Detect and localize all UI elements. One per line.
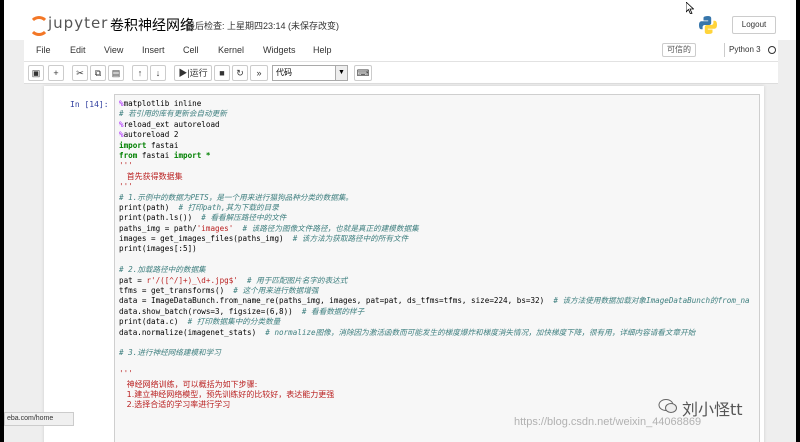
code-line: %reload_ext autoreload	[119, 119, 220, 129]
header: jupyter 卷积神经网络 最后检查: 上星期四23:14 (未保存改变) L…	[4, 0, 796, 40]
code-line: tfms = get_transforms() # 这个用来进行数据增强	[119, 286, 319, 296]
menu-widgets[interactable]: Widgets	[263, 45, 296, 55]
menu-kernel[interactable]: Kernel	[218, 45, 244, 55]
code-editor[interactable]: %matplotlib inline # 若引用的库有更新会自动更新 %reload…	[114, 94, 760, 442]
mouse-cursor-icon	[686, 2, 694, 14]
stop-icon: ■	[219, 68, 225, 78]
step-forward-icon: ▶|	[178, 68, 190, 78]
code-line: '''	[119, 161, 133, 171]
watermark-url: https://blog.csdn.net/weixin_44068869	[514, 416, 702, 428]
code-line: print(data.c) # 打印数据集中的分类数量	[119, 317, 281, 327]
code-line: import fastai	[119, 140, 179, 150]
restart-button[interactable]: ↻	[232, 65, 248, 81]
jupyter-logo[interactable]: jupyter	[28, 12, 109, 36]
save-button[interactable]: ▣	[28, 65, 44, 81]
code-line: from fastai import *	[119, 150, 211, 160]
move-down-button[interactable]: ↓	[150, 65, 166, 81]
paste-button[interactable]: ▤	[108, 65, 124, 81]
menu-cell[interactable]: Cell	[183, 45, 199, 55]
notebook-title[interactable]: 卷积神经网络	[110, 15, 194, 35]
paste-icon: ▤	[111, 68, 121, 78]
code-line: 神经网络训练，可以概括为如下步骤:	[119, 379, 258, 389]
keyboard-icon: ⌨	[356, 68, 370, 78]
logo-text: jupyter	[48, 14, 109, 32]
code-line: # 2.加载路径中的数据集	[119, 265, 206, 275]
notebook-page: In [14]: %matplotlib inline # 若引用的库有更新会自动…	[44, 86, 764, 442]
code-line: pat = r'/([^/]+)_\d+.jpg$' # 用于匹配图片名字的表达…	[119, 275, 348, 285]
python-logo-icon	[699, 16, 717, 34]
jupyter-window: jupyter 卷积神经网络 最后检查: 上星期四23:14 (未保存改变) L…	[4, 0, 796, 442]
restart-run-all-button[interactable]: »	[250, 65, 268, 81]
code-line: print(path.ls()) # 看看解压路径中的文件	[119, 213, 287, 223]
insert-cell-button[interactable]: +	[48, 65, 64, 81]
code-line: paths_img = path/'images' # 该路径为图像文件路径，也…	[119, 223, 419, 233]
code-line: data = ImageDataBunch.from_name_re(paths…	[119, 296, 750, 306]
arrow-up-icon: ↑	[137, 68, 143, 78]
code-line: %autoreload 2	[119, 130, 179, 140]
wechat-icon	[658, 399, 677, 413]
cell-type-value: 代码	[276, 68, 292, 77]
jupyter-logo-icon	[28, 14, 49, 36]
cell-type-select[interactable]: 代码 ▼	[272, 65, 348, 81]
save-icon: ▣	[31, 68, 41, 78]
notebook-container: In [14]: %matplotlib inline # 若引用的库有更新会自动…	[24, 84, 778, 442]
page-scroll-area[interactable]	[780, 84, 796, 442]
trusted-indicator[interactable]: 可信的	[662, 43, 696, 57]
menu-view[interactable]: View	[104, 45, 123, 55]
code-line: # 若引用的库有更新会自动更新	[119, 109, 227, 119]
menu-bar: File Edit View Insert Cell Kernel Widget…	[24, 40, 778, 62]
kernel-status-icon	[768, 46, 776, 54]
menu-file[interactable]: File	[36, 45, 51, 55]
code-line: data.normalize(imagenet_stats) # normali…	[119, 327, 696, 337]
code-line: # 1.示例中的数据为PETS，是一个用来进行猫狗品种分类的数据集。	[119, 192, 354, 202]
checkpoint-status: 最后检查: 上星期四23:14 (未保存改变)	[186, 21, 340, 31]
run-label: 运行	[189, 68, 208, 78]
scissors-icon: ✂	[76, 68, 84, 78]
code-line: '''	[119, 182, 133, 192]
fast-forward-icon: »	[256, 68, 262, 78]
menu-help[interactable]: Help	[313, 45, 332, 55]
move-up-button[interactable]: ↑	[132, 65, 148, 81]
copy-button[interactable]: ⧉	[90, 65, 106, 81]
refresh-icon: ↻	[236, 68, 244, 78]
cell-prompt: In [14]:	[70, 100, 109, 109]
kernel-name: Python 3	[724, 43, 761, 57]
logout-button[interactable]: Logout	[732, 16, 776, 34]
code-line: print(path) # 打印path,其为下载的目录	[119, 202, 279, 212]
status-url: eba.com/home	[4, 412, 74, 426]
copy-icon: ⧉	[94, 68, 102, 78]
code-line: # 3.进行神经网络建模和学习	[119, 348, 221, 358]
code-line: 首先获得数据集	[119, 171, 183, 181]
code-line: '''	[119, 369, 133, 379]
code-line: images = get_images_files(paths_img) # 该…	[119, 234, 409, 244]
arrow-down-icon: ↓	[155, 68, 161, 78]
menu-insert[interactable]: Insert	[142, 45, 165, 55]
chevron-down-icon: ▼	[335, 66, 347, 80]
interrupt-button[interactable]: ■	[214, 65, 230, 81]
cut-button[interactable]: ✂	[72, 65, 88, 81]
run-button[interactable]: ▶|运行	[174, 65, 212, 81]
plus-icon: +	[53, 68, 59, 78]
code-line: data.show_batch(rows=3, figsize=(6,8)) #…	[119, 306, 365, 316]
toolbar: ▣ + ✂ ⧉ ▤ ↑ ↓ ▶|运行 ■ ↻ » 代码 ▼ ⌨	[24, 62, 778, 84]
code-line: %matplotlib inline	[119, 99, 202, 108]
menu-edit[interactable]: Edit	[70, 45, 86, 55]
code-line: print(images[:5])	[119, 244, 197, 254]
command-palette-button[interactable]: ⌨	[354, 65, 372, 81]
